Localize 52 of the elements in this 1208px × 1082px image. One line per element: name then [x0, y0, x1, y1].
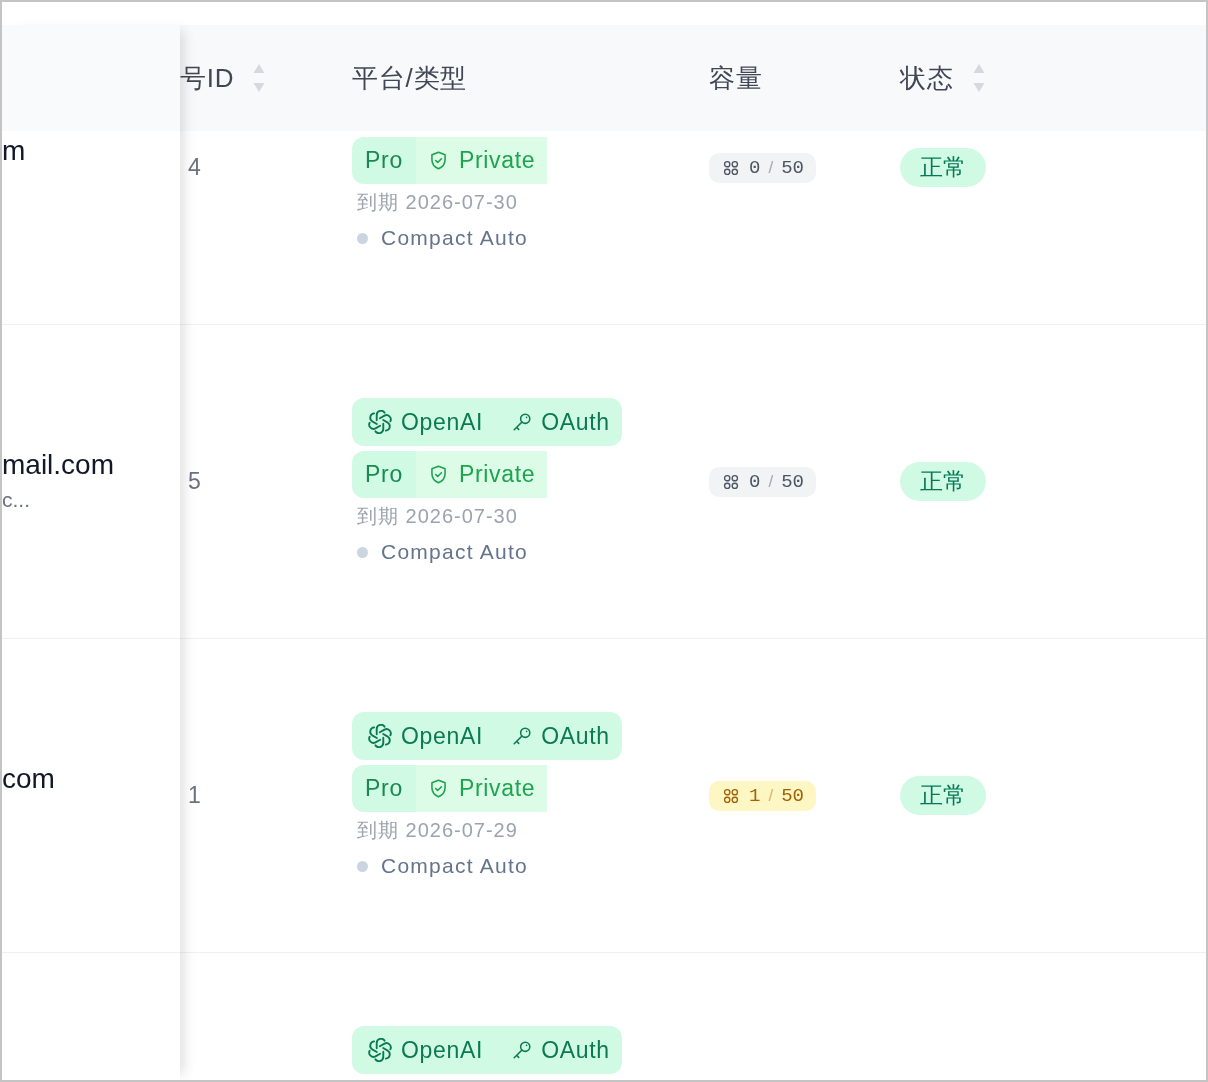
- expiry-date: 到期 2026-07-30: [356, 190, 518, 214]
- key-icon: [511, 725, 534, 747]
- account-name: mail.com: [2, 449, 115, 481]
- column-header: 状态: [900, 61, 954, 95]
- logo-icon: [368, 410, 392, 434]
- capacity-separator: /: [768, 784, 774, 807]
- account-id: 4: [188, 153, 201, 183]
- auth-type: OAuth: [541, 407, 610, 437]
- platform-name: OpenAI: [401, 1035, 484, 1065]
- mode-label: Compact Auto: [381, 226, 529, 250]
- capacity-used: 1: [749, 783, 761, 808]
- expiry-date: 到期 2026-07-29: [356, 818, 518, 842]
- key-icon: [511, 1039, 534, 1061]
- account-name: m: [2, 135, 27, 167]
- privacy-label: Private: [458, 460, 536, 490]
- status-badge: 正常: [900, 462, 986, 501]
- capacity-separator: /: [768, 156, 774, 179]
- auth-type: OAuth: [541, 721, 610, 751]
- capacity-total: 50: [781, 155, 804, 180]
- capacity-total: 50: [781, 469, 804, 494]
- column-header: 平台/类型: [352, 61, 468, 95]
- key-icon: [511, 411, 534, 433]
- status-badge: 正常: [900, 148, 986, 187]
- capacity-separator: /: [768, 470, 774, 493]
- privacy-label: Private: [458, 146, 536, 176]
- plan-tag: Pro: [352, 137, 416, 184]
- sort-icon[interactable]: [253, 63, 266, 93]
- column-header: 容量: [709, 61, 763, 95]
- account-id: 5: [188, 467, 201, 497]
- platform-name: OpenAI: [401, 407, 484, 437]
- account-name: com: [2, 763, 56, 795]
- account-id: 1: [188, 781, 201, 811]
- sort-icon[interactable]: [972, 63, 985, 93]
- auth-type: OAuth: [541, 1035, 610, 1065]
- grid-icon: [723, 473, 739, 490]
- mode-label: Compact Auto: [381, 540, 529, 564]
- expiry-date: 到期 2026-07-30: [356, 504, 518, 528]
- capacity-used: 0: [749, 469, 761, 494]
- account-note: c...: [2, 487, 31, 513]
- capacity-used: 0: [749, 155, 761, 180]
- platform-name: OpenAI: [401, 721, 484, 751]
- status-badge: 正常: [900, 776, 986, 815]
- mode-label: Compact Auto: [381, 854, 529, 878]
- grid-icon: [723, 787, 739, 804]
- capacity-total: 50: [781, 783, 804, 808]
- plan-tag: Pro: [352, 451, 416, 498]
- column-header: 号ID: [180, 61, 235, 95]
- logo-icon: [368, 724, 392, 748]
- grid-icon: [723, 159, 739, 176]
- plan-tag: Pro: [352, 765, 416, 812]
- logo-icon: [368, 1038, 392, 1062]
- privacy-label: Private: [458, 774, 536, 804]
